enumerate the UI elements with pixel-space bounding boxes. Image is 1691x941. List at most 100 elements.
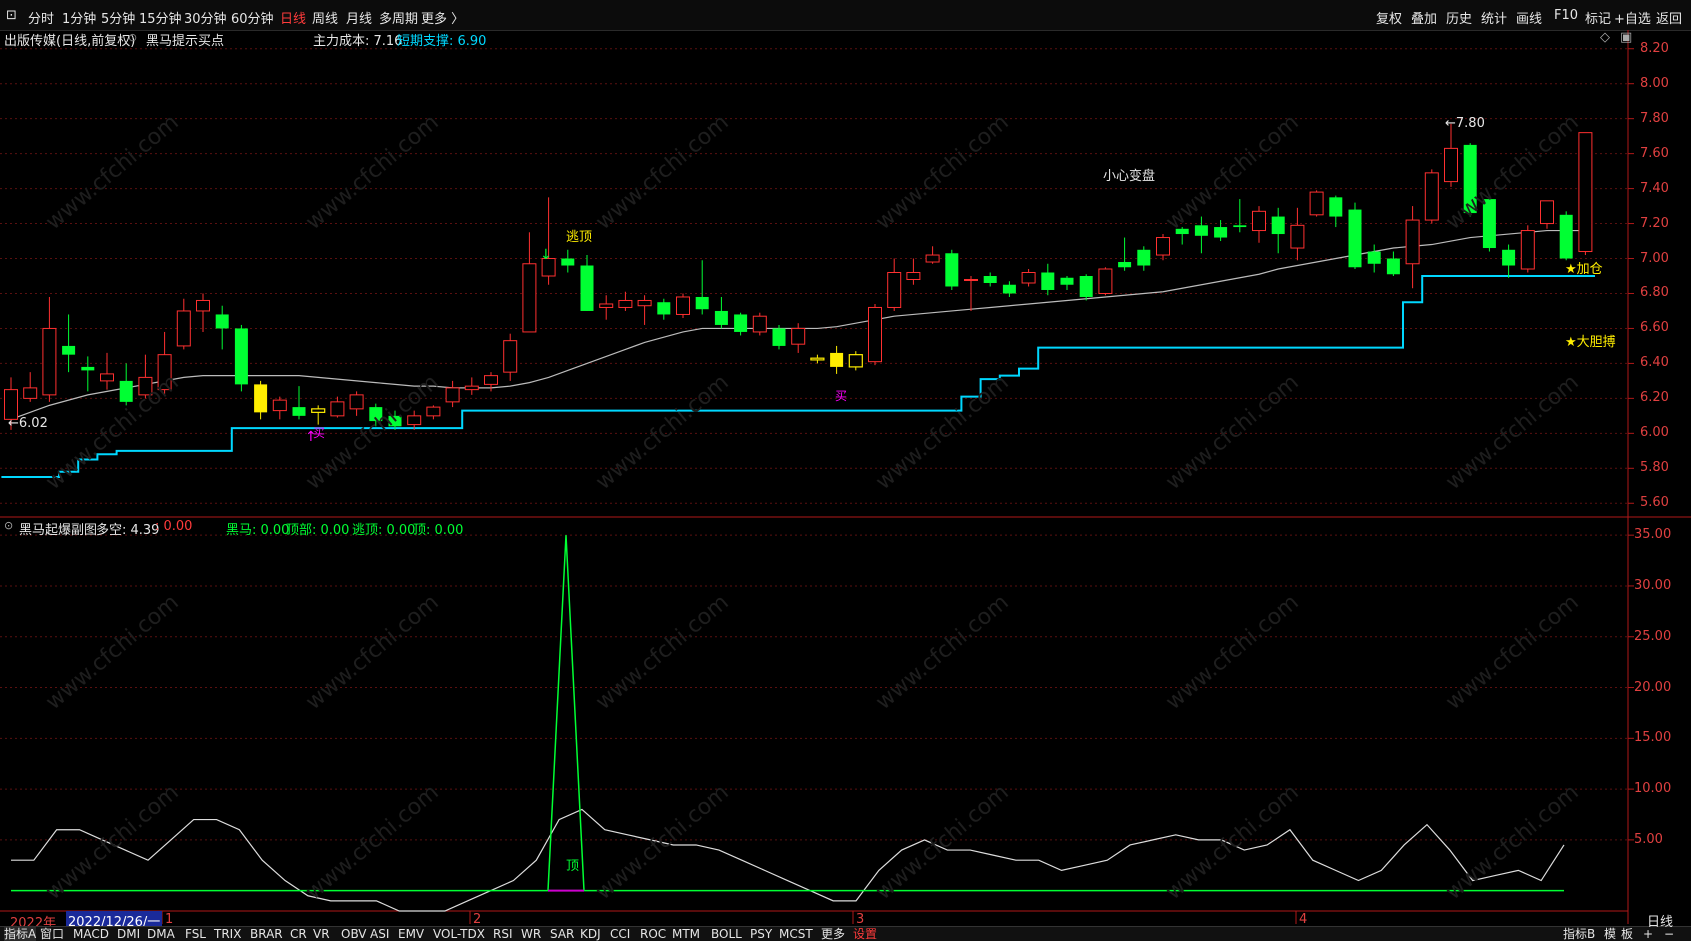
candle-body <box>772 328 786 346</box>
candle-body <box>388 415 402 427</box>
month-label: 4 <box>1299 912 1308 927</box>
main-y-tick: 7.00 <box>1640 250 1669 266</box>
candle-body <box>1578 132 1593 253</box>
indicator-tab-sar[interactable]: SAR <box>550 927 574 941</box>
month-label: 2 <box>473 912 482 927</box>
main-y-tick: 8.20 <box>1640 40 1669 56</box>
main-y-tick: 6.40 <box>1640 355 1669 371</box>
main-y-tick: 7.40 <box>1640 180 1669 196</box>
indicator-tab-更多[interactable]: 更多 <box>821 927 845 941</box>
indicator-tab-fsl[interactable]: FSL <box>185 927 206 941</box>
candle-body <box>1559 214 1573 259</box>
candle-body <box>1118 262 1132 268</box>
caution-label: 小心变盘 <box>1103 169 1156 184</box>
indicator-tab-emv[interactable]: EMV <box>398 927 424 941</box>
indicator-tab-boll[interactable]: BOLL <box>711 927 742 941</box>
candle-body <box>1367 251 1381 264</box>
bottom-right-1[interactable]: 模 <box>1604 927 1616 941</box>
candle-body <box>138 376 153 396</box>
indicator-tab-brar[interactable]: BRAR <box>250 927 283 941</box>
duokong-line <box>11 808 1565 912</box>
indicator-tab-kdj[interactable]: KDJ <box>580 927 601 941</box>
bottom-right-2[interactable]: 板 <box>1621 927 1633 941</box>
indicator-tab-dma[interactable]: DMA <box>147 927 175 941</box>
indicator-tab-cci[interactable]: CCI <box>610 927 630 941</box>
candle-body <box>657 302 671 315</box>
main-y-tick: 7.20 <box>1640 215 1669 231</box>
candle-body <box>1214 227 1228 238</box>
sub-y-tick: 35.00 <box>1634 527 1672 543</box>
stock-title: 出版传媒(日线,前复权) <box>4 34 136 49</box>
main-y-tick: 6.20 <box>1640 390 1669 406</box>
candle-body <box>1021 272 1036 284</box>
buy-signal-1: 买 <box>313 426 326 440</box>
candle-body <box>119 380 133 402</box>
escape-top-label: 逃顶 <box>566 230 593 245</box>
candle-body <box>426 406 441 417</box>
candle-body <box>484 375 498 385</box>
main-y-tick: 6.00 <box>1640 425 1669 441</box>
indicator-tab-obv[interactable]: OBV <box>341 927 367 941</box>
candle-body <box>1309 191 1324 216</box>
indicator-tab-roc[interactable]: ROC <box>640 927 666 941</box>
indicator-tab-mcst[interactable]: MCST <box>779 927 813 941</box>
indicator-tab-wr[interactable]: WR <box>521 927 541 941</box>
candle-body <box>1405 219 1420 265</box>
down-arrow-icon: ↓ <box>540 247 552 263</box>
candle-body <box>349 394 364 410</box>
panel-max-icon[interactable]: ▣ <box>1620 30 1632 45</box>
candle-body <box>964 278 978 281</box>
cost-label: 主力成本: 7.16 <box>313 34 403 49</box>
stock-chart[interactable]: ↓↑ <box>0 0 1691 940</box>
indicator-tab-设置[interactable]: 设置 <box>853 927 877 941</box>
main-y-tick: 7.60 <box>1640 145 1669 161</box>
candle-body <box>1002 284 1016 294</box>
indicator-tab-指标a[interactable]: 指标A <box>4 927 37 941</box>
indicator-tab-psy[interactable]: PSY <box>750 927 772 941</box>
taoding-label: 逃顶: 0.00 <box>352 523 416 538</box>
main-y-tick: 7.80 <box>1640 110 1669 126</box>
period-label: 日线 <box>1647 915 1674 930</box>
candle-body <box>292 407 306 416</box>
month-label: 1 <box>165 912 174 927</box>
candle-body <box>100 373 114 382</box>
indicator-tab-窗口[interactable]: 窗口 <box>40 927 64 941</box>
candle-body <box>868 306 882 363</box>
indicator-tab-rsi[interactable]: RSI <box>493 927 513 941</box>
indicator-tab-vr[interactable]: VR <box>313 927 330 941</box>
candle-body <box>1060 277 1074 285</box>
sub-y-tick: 30.00 <box>1634 577 1672 593</box>
candle-body <box>1520 230 1535 270</box>
sub-y-tick: 15.00 <box>1634 730 1672 746</box>
indicator-tab-macd[interactable]: MACD <box>73 927 109 941</box>
candle-body <box>618 299 633 308</box>
candle-body <box>1502 249 1516 266</box>
indicator-tab-vol-tdx[interactable]: VOL-TDX <box>433 927 485 941</box>
candle-body <box>637 299 652 307</box>
candle-body <box>1079 276 1093 297</box>
indicator-tab-cr[interactable]: CR <box>290 927 307 941</box>
diamond-icon[interactable]: ◇ <box>1600 30 1610 45</box>
main-y-tick: 5.80 <box>1640 460 1669 476</box>
candle-body <box>1290 224 1305 249</box>
low-annotation: ←6.02 <box>8 416 48 431</box>
main-y-tick: 5.60 <box>1640 495 1669 511</box>
candle-body <box>945 253 959 287</box>
candle-body <box>1463 144 1477 214</box>
candle-body <box>369 407 383 422</box>
indicator-tab-trix[interactable]: TRIX <box>214 927 241 941</box>
candle-body <box>1444 147 1458 183</box>
indicator-tab-dmi[interactable]: DMI <box>117 927 140 941</box>
sub-toggle-icon[interactable]: ⊙ <box>4 519 13 532</box>
bottom-right-0[interactable]: 指标B <box>1563 927 1595 941</box>
indicator-toggle-icon[interactable]: ⊙ <box>128 31 137 44</box>
candle-body <box>157 354 172 391</box>
candle-body <box>983 276 997 283</box>
month-label: 3 <box>856 912 865 927</box>
candle-body <box>1348 209 1362 268</box>
indicator-tab-asi[interactable]: ASI <box>370 927 389 941</box>
candle-body <box>848 354 863 368</box>
candle-body <box>830 352 844 367</box>
indicator-tab-mtm[interactable]: MTM <box>672 927 700 941</box>
candle-body <box>810 357 825 361</box>
